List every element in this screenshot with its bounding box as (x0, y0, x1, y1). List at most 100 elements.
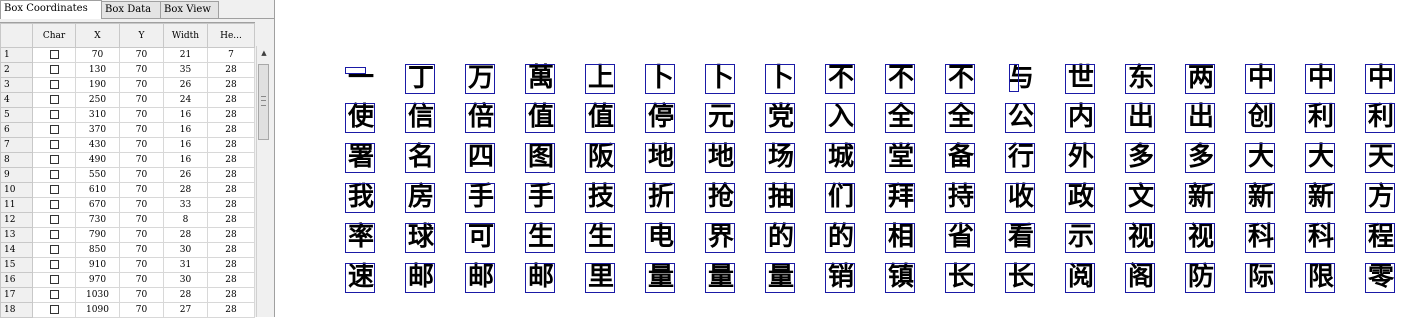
bounding-box[interactable] (1185, 64, 1215, 94)
bounding-box[interactable] (525, 263, 555, 293)
cell-y[interactable]: 70 (119, 122, 164, 138)
cell-y[interactable]: 70 (119, 287, 164, 303)
glyph-cell[interactable]: 电 (645, 221, 677, 253)
char-checkbox[interactable] (49, 244, 59, 254)
char-checkbox[interactable] (49, 124, 59, 134)
cell-char[interactable] (32, 287, 76, 303)
cell-x[interactable]: 250 (75, 92, 120, 108)
bounding-box[interactable] (1245, 64, 1275, 94)
glyph-cell[interactable]: 不 (825, 62, 857, 94)
bounding-box[interactable] (345, 263, 375, 293)
bounding-box[interactable] (465, 64, 495, 94)
bounding-box[interactable] (1365, 103, 1395, 133)
bounding-box[interactable] (525, 223, 555, 253)
glyph-cell[interactable]: 折 (645, 181, 677, 213)
char-checkbox[interactable] (49, 274, 59, 284)
cell-y[interactable]: 70 (119, 137, 164, 153)
glyph-cell[interactable]: 相 (885, 221, 917, 253)
cell-width[interactable]: 35 (163, 62, 208, 78)
cell-y[interactable]: 70 (119, 227, 164, 243)
cell-height[interactable]: 28 (207, 212, 255, 228)
cell-char[interactable] (32, 107, 76, 123)
bounding-box[interactable] (705, 263, 735, 293)
bounding-box[interactable] (1005, 223, 1035, 253)
cell-height[interactable]: 28 (207, 182, 255, 198)
scrollbar-thumb[interactable] (258, 64, 269, 140)
glyph-cell[interactable]: 两 (1185, 62, 1217, 94)
bounding-box[interactable] (765, 223, 795, 253)
glyph-cell[interactable]: 停 (645, 101, 677, 133)
bounding-box[interactable] (1005, 143, 1035, 173)
glyph-cell[interactable]: 出 (1185, 101, 1217, 133)
glyph-cell[interactable]: 公 (1005, 101, 1037, 133)
glyph-cell[interactable]: 限 (1305, 261, 1337, 293)
bounding-box[interactable] (1125, 183, 1155, 213)
glyph-cell[interactable]: 萬 (525, 62, 557, 94)
glyph-cell[interactable]: 不 (945, 62, 977, 94)
bounding-box[interactable] (825, 64, 855, 94)
bounding-box[interactable] (825, 103, 855, 133)
char-checkbox[interactable] (49, 154, 59, 164)
glyph-cell[interactable]: 元 (705, 101, 737, 133)
glyph-cell[interactable]: 内 (1065, 101, 1097, 133)
glyph-cell[interactable]: 看 (1005, 221, 1037, 253)
glyph-cell[interactable]: 镇 (885, 261, 917, 293)
glyph-cell[interactable]: 卜 (765, 62, 797, 94)
glyph-cell[interactable]: 中 (1305, 62, 1337, 94)
cell-y[interactable]: 70 (119, 182, 164, 198)
glyph-cell[interactable]: 量 (765, 261, 797, 293)
glyph-cell[interactable]: 使 (345, 101, 377, 133)
glyph-cell[interactable]: 全 (885, 101, 917, 133)
glyph-cell[interactable]: 城 (825, 141, 857, 173)
tab-box-data[interactable]: Box Data (101, 1, 161, 18)
glyph-cell[interactable]: 行 (1005, 141, 1037, 173)
glyph-cell[interactable]: 外 (1065, 141, 1097, 173)
cell-y[interactable]: 70 (119, 302, 164, 318)
bounding-box[interactable] (645, 64, 675, 94)
bounding-box[interactable] (585, 143, 615, 173)
cell-y[interactable]: 70 (119, 167, 164, 183)
table-row[interactable]: 9 550 70 26 28 (0, 167, 255, 183)
bounding-box[interactable] (1245, 103, 1275, 133)
bounding-box[interactable] (1365, 143, 1395, 173)
glyph-cell[interactable]: 利 (1305, 101, 1337, 133)
glyph-cell[interactable]: 方 (1365, 181, 1397, 213)
glyph-cell[interactable]: 新 (1245, 181, 1277, 213)
bounding-box[interactable] (1125, 143, 1155, 173)
glyph-cell[interactable]: 视 (1185, 221, 1217, 253)
char-checkbox[interactable] (49, 304, 59, 314)
bounding-box[interactable] (1185, 263, 1215, 293)
bounding-box[interactable] (1125, 223, 1155, 253)
glyph-cell[interactable]: 世 (1065, 62, 1097, 94)
glyph-cell[interactable]: 可 (465, 221, 497, 253)
cell-height[interactable]: 28 (207, 302, 255, 318)
char-checkbox[interactable] (49, 214, 59, 224)
bounding-box[interactable] (465, 143, 495, 173)
cell-char[interactable] (32, 92, 76, 108)
bounding-box[interactable] (1245, 263, 1275, 293)
glyph-cell[interactable]: 天 (1365, 141, 1397, 173)
cell-width[interactable]: 26 (163, 77, 208, 93)
glyph-cell[interactable]: 大 (1305, 141, 1337, 173)
table-row[interactable]: 14 850 70 30 28 (0, 242, 255, 258)
char-checkbox[interactable] (49, 184, 59, 194)
cell-height[interactable]: 28 (207, 107, 255, 123)
bounding-box[interactable] (1125, 263, 1155, 293)
bounding-box[interactable] (525, 103, 555, 133)
tab-box-view[interactable]: Box View (160, 1, 219, 18)
column-header-width[interactable]: Width (163, 23, 208, 48)
glyph-cell[interactable]: 卜 (705, 62, 737, 94)
cell-width[interactable]: 31 (163, 257, 208, 273)
glyph-cell[interactable]: 阁 (1125, 261, 1157, 293)
bounding-box[interactable] (465, 223, 495, 253)
glyph-cell[interactable]: 入 (825, 101, 857, 133)
cell-x[interactable]: 910 (75, 257, 120, 273)
cell-x[interactable]: 1030 (75, 287, 120, 303)
glyph-cell[interactable]: 党 (765, 101, 797, 133)
bounding-box[interactable] (1245, 223, 1275, 253)
bounding-box[interactable] (1065, 143, 1095, 173)
glyph-cell[interactable]: 出 (1125, 101, 1157, 133)
bounding-box[interactable] (585, 223, 615, 253)
scroll-up-arrow-icon[interactable]: ▲ (257, 46, 271, 60)
bounding-box[interactable] (645, 223, 675, 253)
